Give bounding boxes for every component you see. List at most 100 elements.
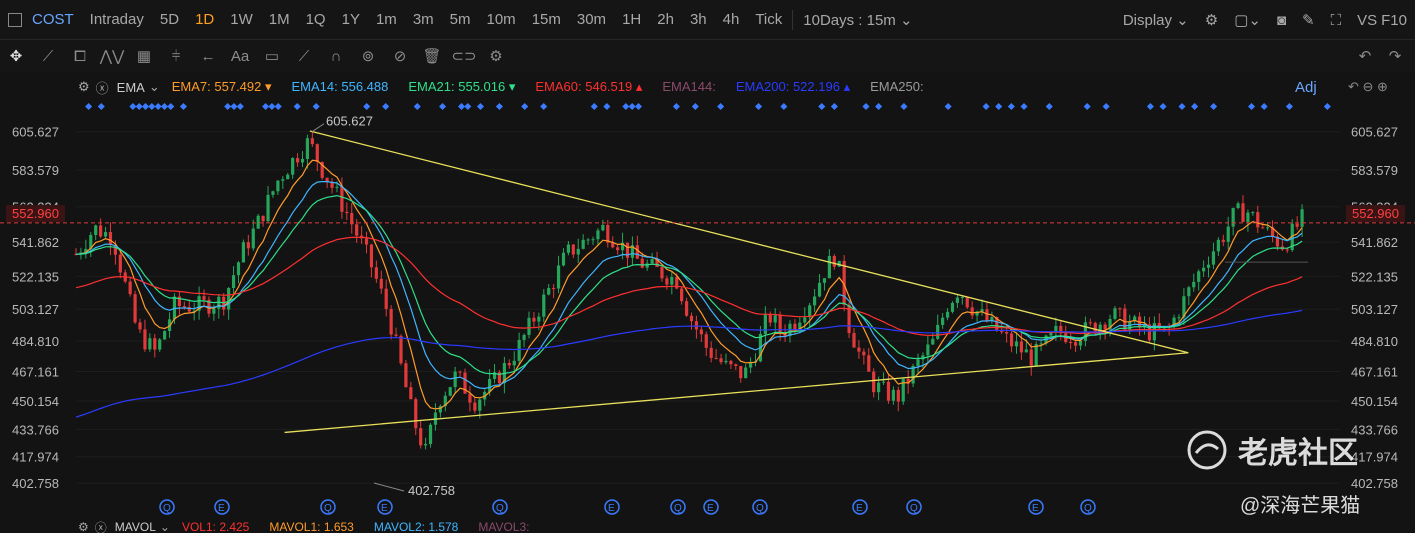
y-tick-label-right: 583.579 (1351, 163, 1398, 178)
settings-icon[interactable]: ⚙ (78, 521, 89, 533)
candle-body (143, 329, 147, 350)
candle-body (926, 344, 930, 356)
signal-dot (230, 102, 238, 111)
candle-body (236, 262, 241, 276)
candle-body (1266, 227, 1270, 229)
candle-body (1261, 227, 1265, 229)
candle-body (281, 179, 285, 181)
signal-dot (1007, 102, 1015, 111)
candle-body (1009, 333, 1014, 347)
candle-body (1246, 212, 1250, 222)
candle-body (231, 275, 236, 289)
signal-dot (1159, 102, 1167, 111)
signal-dot (141, 102, 150, 111)
candle-body (670, 276, 674, 285)
indicator-name[interactable]: MAVOL (115, 521, 156, 533)
candle-body (310, 138, 314, 145)
candle-body (601, 224, 605, 231)
y-tick-label-left: 541.862 (12, 235, 59, 250)
candle-body (941, 317, 945, 325)
y-tick-label-left: 417.974 (12, 450, 59, 465)
author-watermark: @深海芒果猫 (1240, 495, 1361, 517)
signal-dot (995, 102, 1003, 111)
candle-body (1226, 226, 1230, 242)
candle-body (241, 242, 246, 263)
signal-dot (1020, 102, 1028, 111)
signal-dot (540, 102, 548, 111)
signal-dot (862, 102, 870, 111)
y-tick-label-left: 503.127 (12, 302, 59, 317)
candle-body (872, 371, 876, 393)
candle-body (936, 324, 940, 339)
candle-body (1029, 349, 1033, 366)
current-price-tag-left: 552.960 (6, 205, 65, 222)
y-tick-label-left: 467.161 (12, 365, 59, 380)
signal-dot (1102, 102, 1110, 111)
y-tick-label-left: 450.154 (12, 394, 59, 409)
candle-body (128, 281, 132, 295)
candle-body (1118, 308, 1122, 310)
candle-body (1216, 239, 1220, 252)
signal-dot (691, 102, 699, 111)
candle-body (522, 334, 526, 340)
candle-body (739, 365, 743, 379)
signal-dot (1083, 102, 1091, 111)
y-tick-label-right: 417.974 (1351, 450, 1398, 465)
signal-dot (457, 102, 466, 111)
low-label-leader (373, 482, 405, 492)
candle-body (148, 338, 152, 350)
candle-body (744, 367, 748, 379)
candle-body (793, 323, 797, 330)
signal-dot (464, 102, 472, 111)
candle-body (527, 317, 531, 335)
candle-body (271, 191, 275, 195)
close-icon[interactable]: ⓧ (95, 521, 107, 533)
candle-body (1034, 344, 1038, 366)
candle-body (108, 232, 113, 245)
y-tick-label-left: 583.579 (12, 163, 59, 178)
candle-body (1211, 251, 1216, 265)
candle-body (1256, 212, 1260, 228)
candle-body (709, 347, 713, 358)
candle-body (478, 399, 482, 411)
candle-body (118, 254, 122, 273)
signal-dot (1260, 102, 1268, 111)
signal-dot (900, 102, 908, 111)
candle-body (256, 215, 260, 229)
candle-body (616, 247, 620, 251)
candle-body (468, 393, 472, 403)
signal-dot (154, 102, 162, 111)
candle-body (1192, 281, 1196, 288)
candle-body (571, 244, 575, 255)
candle-body (566, 244, 571, 253)
signal-dot (1323, 102, 1331, 111)
candle-body (817, 282, 822, 297)
candle-body (719, 358, 723, 363)
brand-watermark: 老虎社区 (1186, 428, 1358, 472)
signal-dot (439, 102, 447, 111)
candle-body (133, 294, 137, 323)
candle-body (419, 428, 423, 446)
candle-body (512, 360, 516, 366)
signal-dot (274, 102, 282, 111)
candle-body (163, 331, 167, 340)
chevron-down-icon[interactable]: ⌄ (160, 521, 170, 533)
candle-body (458, 371, 462, 373)
candle-body (202, 296, 206, 300)
signal-dot (1178, 102, 1186, 111)
y-tick-label-left: 522.135 (12, 269, 59, 284)
high-label-leader (311, 123, 325, 133)
candle-body (1236, 203, 1240, 208)
signal-dot (590, 102, 598, 111)
event-marker-label: Q (324, 503, 332, 514)
candle-body (970, 307, 974, 316)
y-tick-label-right: 605.627 (1351, 125, 1398, 140)
legend-mavol1: MAVOL1: 1.653 (269, 521, 354, 533)
signal-dot (875, 102, 883, 111)
signal-dot (521, 102, 529, 111)
signal-dot (293, 102, 301, 111)
candle-body (877, 382, 881, 393)
signal-dot (1191, 102, 1199, 111)
candle-body (374, 267, 378, 279)
signal-dot (755, 102, 763, 111)
